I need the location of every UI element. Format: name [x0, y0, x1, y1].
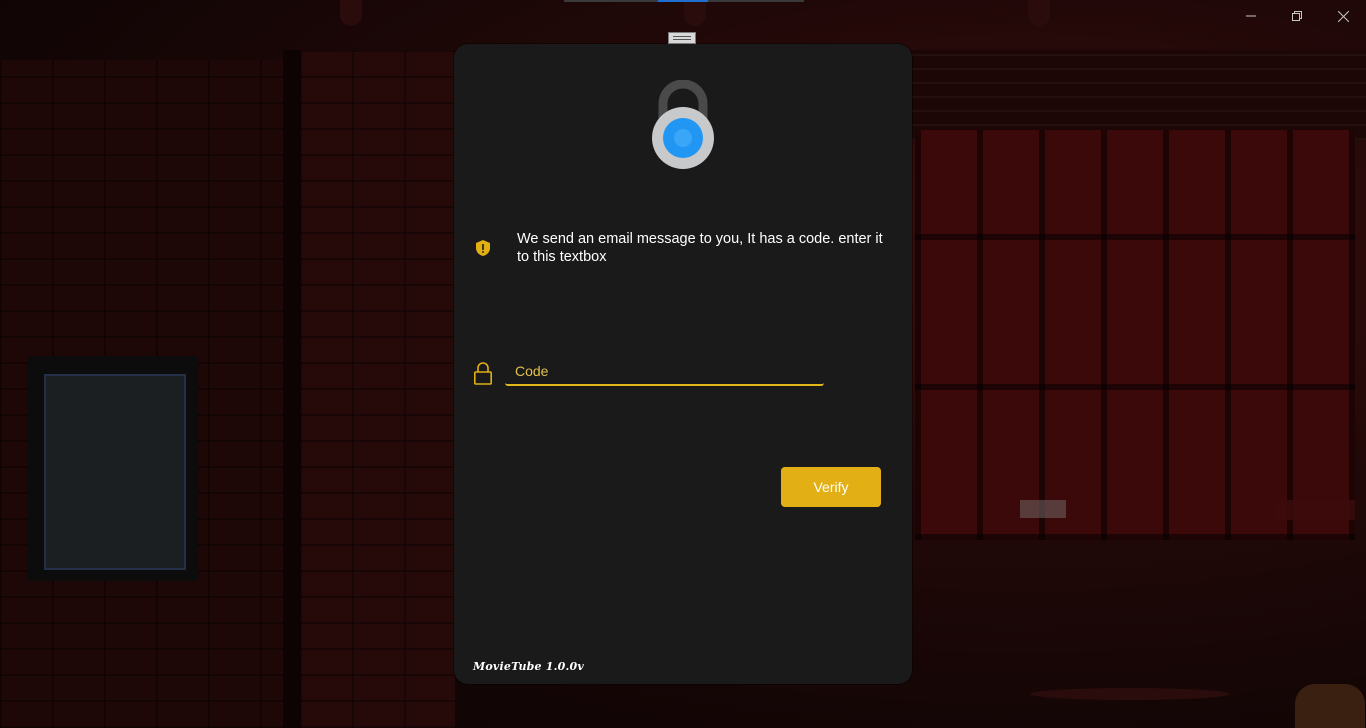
background-awning	[910, 50, 1366, 140]
background-lamp	[1028, 0, 1050, 26]
background-pillar	[283, 50, 301, 728]
restore-icon	[1292, 11, 1302, 21]
background-lamp	[684, 0, 706, 26]
drag-handle-line	[673, 39, 691, 40]
app-version-label: MovieTube 1.0.0v	[473, 660, 584, 673]
background-cinema-facade	[915, 130, 1355, 540]
close-icon	[1337, 10, 1349, 22]
code-input[interactable]	[505, 358, 824, 386]
background-chair	[1295, 684, 1365, 728]
drag-handle-line	[673, 36, 691, 37]
title-bar-indicator-accent	[658, 0, 708, 2]
minimize-button[interactable]	[1228, 0, 1274, 32]
code-field-row	[472, 358, 832, 390]
drag-handle[interactable]	[668, 32, 696, 44]
padlock-icon	[652, 80, 714, 169]
title-bar-indicator	[564, 0, 804, 2]
window-controls	[1228, 0, 1366, 32]
background-poster	[44, 374, 186, 570]
background-table	[1030, 688, 1230, 700]
verify-button[interactable]: Verify	[781, 467, 881, 507]
shield-warning-icon	[476, 240, 490, 256]
background-small-sign-2	[1275, 500, 1355, 520]
background-lamp	[340, 0, 362, 26]
background-brick-wall-middle	[300, 50, 455, 728]
info-message-text: We send an email message to you, It has …	[517, 231, 883, 265]
background-small-sign	[1020, 500, 1066, 518]
info-message-row: We send an email message to you, It has …	[474, 230, 894, 266]
close-button[interactable]	[1320, 0, 1366, 32]
restore-button[interactable]	[1274, 0, 1320, 32]
minimize-icon	[1246, 15, 1256, 17]
lock-icon	[473, 362, 492, 385]
